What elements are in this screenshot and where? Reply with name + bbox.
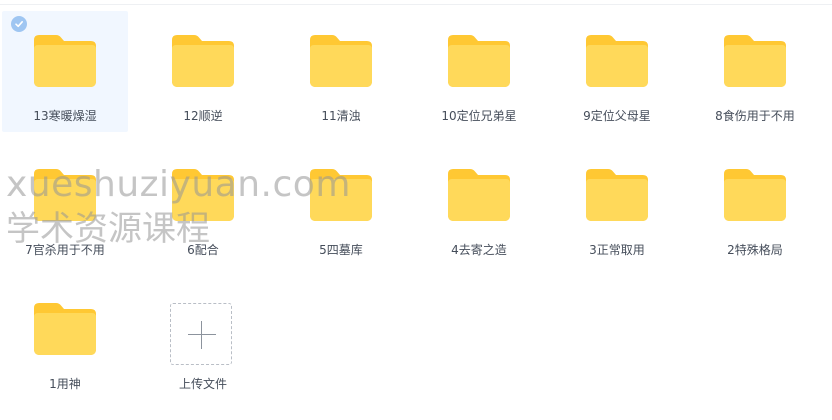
folder-icon bbox=[448, 169, 510, 221]
folder-label: 5四墓库 bbox=[319, 243, 363, 257]
folder-icon bbox=[448, 35, 510, 87]
folder-icon bbox=[724, 35, 786, 87]
upload-button[interactable] bbox=[170, 303, 232, 365]
selected-check-icon[interactable] bbox=[11, 16, 27, 32]
folder-icon bbox=[34, 169, 96, 221]
folder-item[interactable]: 7官杀用于不用 bbox=[2, 145, 128, 266]
folder-item[interactable]: 13寒暖燥湿 bbox=[2, 11, 128, 132]
folder-label: 7官杀用于不用 bbox=[25, 243, 105, 257]
folder-label: 9定位父母星 bbox=[583, 109, 651, 123]
folder-icon bbox=[172, 35, 234, 87]
upload-label: 上传文件 bbox=[178, 377, 227, 391]
folder-icon bbox=[586, 169, 648, 221]
file-browser: 13寒暖燥湿 12顺逆 11清浊 10定位兄弟星 9定位父母星 8食伤用于不用 … bbox=[0, 0, 832, 420]
folder-icon bbox=[310, 169, 372, 221]
folder-item[interactable]: 9定位父母星 bbox=[554, 11, 680, 132]
folder-icon bbox=[172, 169, 234, 221]
folder-label: 1用神 bbox=[49, 377, 81, 391]
folder-label: 10定位兄弟星 bbox=[441, 109, 517, 123]
folder-label: 8食伤用于不用 bbox=[715, 109, 795, 123]
top-divider bbox=[0, 0, 832, 5]
folder-icon bbox=[34, 35, 96, 87]
folder-label: 2特殊格局 bbox=[727, 243, 783, 257]
upload-tile[interactable]: 上传文件 bbox=[140, 279, 266, 400]
folder-icon bbox=[310, 35, 372, 87]
folder-item[interactable]: 1用神 bbox=[2, 279, 128, 400]
folder-item[interactable]: 5四墓库 bbox=[278, 145, 404, 266]
folder-grid: 13寒暖燥湿 12顺逆 11清浊 10定位兄弟星 9定位父母星 8食伤用于不用 … bbox=[2, 11, 830, 413]
folder-item[interactable]: 4去寄之造 bbox=[416, 145, 542, 266]
folder-label: 6配合 bbox=[187, 243, 219, 257]
folder-icon bbox=[34, 303, 96, 355]
folder-item[interactable]: 8食伤用于不用 bbox=[692, 11, 818, 132]
folder-item[interactable]: 10定位兄弟星 bbox=[416, 11, 542, 132]
folder-item[interactable]: 11清浊 bbox=[278, 11, 404, 132]
folder-label: 11清浊 bbox=[321, 109, 361, 123]
folder-item[interactable]: 3正常取用 bbox=[554, 145, 680, 266]
folder-label: 13寒暖燥湿 bbox=[33, 109, 97, 123]
folder-label: 4去寄之造 bbox=[451, 243, 507, 257]
folder-icon bbox=[586, 35, 648, 87]
folder-label: 3正常取用 bbox=[589, 243, 645, 257]
folder-item[interactable]: 6配合 bbox=[140, 145, 266, 266]
folder-icon bbox=[724, 169, 786, 221]
folder-item[interactable]: 12顺逆 bbox=[140, 11, 266, 132]
folder-label: 12顺逆 bbox=[183, 109, 223, 123]
folder-item[interactable]: 2特殊格局 bbox=[692, 145, 818, 266]
